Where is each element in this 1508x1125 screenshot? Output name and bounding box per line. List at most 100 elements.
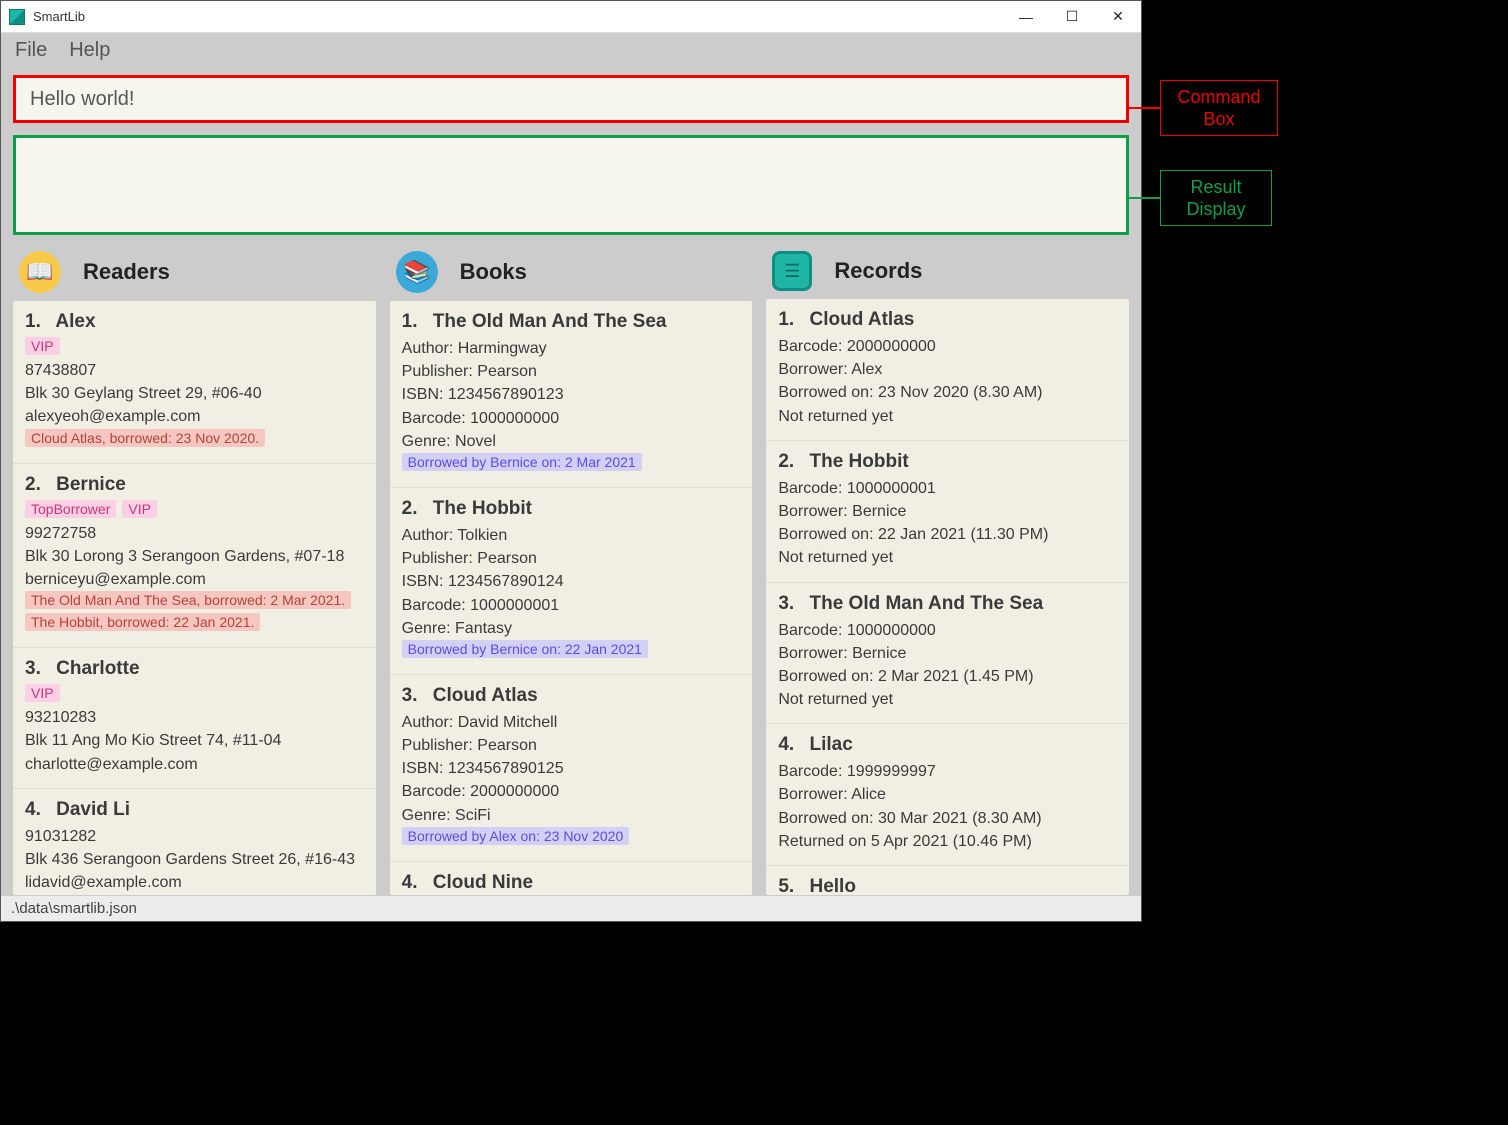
reader-email: berniceyu@example.com [25, 568, 364, 591]
records-icon: ☰ [772, 251, 812, 291]
records-column: ☰ Records 1. Cloud Atlas Barcode: 2000000… [766, 251, 1129, 895]
record-barcode: Barcode: 1999999997 [778, 760, 1117, 783]
book-barcode: Barcode: 1000000000 [402, 407, 741, 430]
records-list[interactable]: 1. Cloud AtlasBarcode: 2000000000Borrowe… [766, 299, 1129, 895]
record-card[interactable]: 1. Cloud AtlasBarcode: 2000000000Borrowe… [766, 299, 1129, 441]
close-button[interactable]: ✕ [1095, 1, 1141, 33]
book-publisher: Publisher: Pearson [402, 734, 741, 757]
reader-phone: 99272758 [25, 522, 364, 545]
book-author: Author: Tolkien [402, 524, 741, 547]
reader-name: 3. Charlotte [25, 658, 364, 680]
book-title: 3. Cloud Atlas [402, 685, 741, 707]
reader-email: charlotte@example.com [25, 753, 364, 776]
book-status-tag: Borrowed by Alex on: 23 Nov 2020 [402, 827, 630, 845]
command-box-text: Hello world! [30, 88, 134, 111]
book-genre: Genre: SciFi [402, 804, 741, 827]
command-box[interactable]: Hello world! [13, 75, 1129, 123]
record-returned: Not returned yet [778, 688, 1117, 711]
app-window: SmartLib — ☐ ✕ File Help Hello world! [0, 0, 1142, 922]
record-title: 4. Lilac [778, 734, 1117, 756]
reader-address: Blk 30 Geylang Street 29, #06-40 [25, 382, 364, 405]
window-controls: — ☐ ✕ [1003, 1, 1141, 33]
record-barcode: Barcode: 1000000000 [778, 619, 1117, 642]
leader-command-box [1126, 107, 1160, 109]
readers-list[interactable]: 1. Alex VIP 87438807Blk 30 Geylang Street … [13, 301, 376, 895]
status-path: .\data\smartlib.json [11, 900, 137, 917]
books-column: 📚 Books 1. The Old Man And The SeaAuthor… [390, 251, 753, 895]
book-status-tag: Borrowed by Bernice on: 2 Mar 2021 [402, 453, 642, 471]
record-title: 5. Hello [778, 876, 1117, 895]
books-list[interactable]: 1. The Old Man And The Sea Author: Harmin… [390, 301, 753, 895]
book-card[interactable]: 2. The HobbitAuthor: TolkienPublisher: P… [390, 488, 753, 675]
reader-phone: 91031282 [25, 825, 364, 848]
record-returned: Not returned yet [778, 546, 1117, 569]
leader-result-display [1126, 197, 1160, 199]
record-borrower: Borrower: Alex [778, 358, 1117, 381]
record-title: 3. The Old Man And The Sea [778, 593, 1117, 615]
record-returned: Returned on 5 Apr 2021 (10.46 PM) [778, 830, 1117, 853]
record-borrower: Borrower: Bernice [778, 500, 1117, 523]
reader-email: lidavid@example.com [25, 871, 364, 894]
reader-name: 1. Alex [25, 311, 364, 333]
record-card[interactable]: 4. Lilac Barcode: 1999999997Borrower: Ali… [766, 724, 1129, 866]
reader-card[interactable]: 1. Alex VIP 87438807Blk 30 Geylang Street … [13, 301, 376, 464]
book-author: Author: David Mitchell [402, 711, 741, 734]
book-barcode: Barcode: 1000000001 [402, 594, 741, 617]
titlebar: SmartLib — ☐ ✕ [1, 1, 1141, 33]
menu-help[interactable]: Help [69, 39, 110, 62]
book-isbn: ISBN: 1234567890124 [402, 570, 741, 593]
books-title: Books [460, 259, 527, 285]
record-title: 1. Cloud Atlas [778, 309, 1117, 331]
reader-address: Blk 436 Serangoon Gardens Street 26, #16… [25, 848, 364, 871]
reader-phone: 87438807 [25, 359, 364, 382]
book-barcode: Barcode: 2000000000 [402, 780, 741, 803]
book-title: 4. Cloud Nine [402, 872, 741, 894]
records-title: Records [834, 258, 922, 284]
book-card[interactable]: 4. Cloud NineAuthor: Tom HanksPublisher:… [390, 862, 753, 895]
reader-tag: VIP [122, 500, 157, 518]
minimize-button[interactable]: — [1003, 1, 1049, 33]
record-card[interactable]: 2. The HobbitBarcode: 1000000001Borrower… [766, 441, 1129, 583]
record-borrowed-on: Borrowed on: 22 Jan 2021 (11.30 PM) [778, 523, 1117, 546]
reader-card[interactable]: 3. CharlotteVIP93210283Blk 11 Ang Mo Kio… [13, 648, 376, 789]
record-borrowed-on: Borrowed on: 2 Mar 2021 (1.45 PM) [778, 665, 1117, 688]
record-card[interactable]: 5. HelloBarcode: 1999999996 [766, 866, 1129, 895]
record-borrowed-on: Borrowed on: 23 Nov 2020 (8.30 AM) [778, 381, 1117, 404]
result-display [13, 135, 1129, 235]
menu-file[interactable]: File [15, 39, 47, 62]
book-title: 1. The Old Man And The Sea [402, 311, 741, 333]
reader-tag: VIP [25, 684, 60, 702]
record-title: 2. The Hobbit [778, 451, 1117, 473]
annotation-result-display: Result Display [1160, 170, 1272, 226]
book-card[interactable]: 1. The Old Man And The Sea Author: Harmin… [390, 301, 753, 488]
record-card[interactable]: 3. The Old Man And The Sea Barcode: 10000… [766, 583, 1129, 725]
reader-name: 4. David Li [25, 799, 364, 821]
reader-borrow-tag: Cloud Atlas, borrowed: 23 Nov 2020. [25, 429, 265, 447]
columns: 📖 Readers 1. AlexVIP87438807Blk 30 Geyla… [13, 251, 1129, 895]
book-card[interactable]: 3. Cloud Atlas Author: David MitchellPubl… [390, 675, 753, 862]
readers-column: 📖 Readers 1. AlexVIP87438807Blk 30 Geyla… [13, 251, 376, 895]
book-publisher: Publisher: Pearson [402, 547, 741, 570]
reader-address: Blk 11 Ang Mo Kio Street 74, #11-04 [25, 729, 364, 752]
record-barcode: Barcode: 2000000000 [778, 335, 1117, 358]
book-isbn: ISBN: 1234567890123 [402, 383, 741, 406]
book-publisher: Publisher: Pearson [402, 360, 741, 383]
window-title: SmartLib [33, 9, 85, 24]
reader-email: alexyeoh@example.com [25, 405, 364, 428]
record-borrower: Borrower: Alice [778, 783, 1117, 806]
book-author: Author: Harmingway [402, 337, 741, 360]
reader-borrow-tag: The Old Man And The Sea, borrowed: 2 Mar… [25, 591, 351, 609]
record-borrower: Borrower: Bernice [778, 642, 1117, 665]
reader-name: 2. Bernice [25, 474, 364, 496]
maximize-button[interactable]: ☐ [1049, 1, 1095, 33]
reader-tag: VIP [25, 337, 60, 355]
reader-card[interactable]: 2. BerniceTopBorrowerVIP99272758Blk 30 L… [13, 464, 376, 649]
book-genre: Genre: Novel [402, 430, 741, 453]
book-isbn: ISBN: 1234567890125 [402, 757, 741, 780]
readers-title: Readers [83, 259, 170, 285]
reader-address: Blk 30 Lorong 3 Serangoon Gardens, #07-1… [25, 545, 364, 568]
book-genre: Genre: Fantasy [402, 617, 741, 640]
menubar: File Help [1, 33, 1141, 67]
reader-card[interactable]: 4. David Li 91031282Blk 436 Serangoon Gar… [13, 789, 376, 895]
book-status-tag: Borrowed by Bernice on: 22 Jan 2021 [402, 640, 648, 658]
